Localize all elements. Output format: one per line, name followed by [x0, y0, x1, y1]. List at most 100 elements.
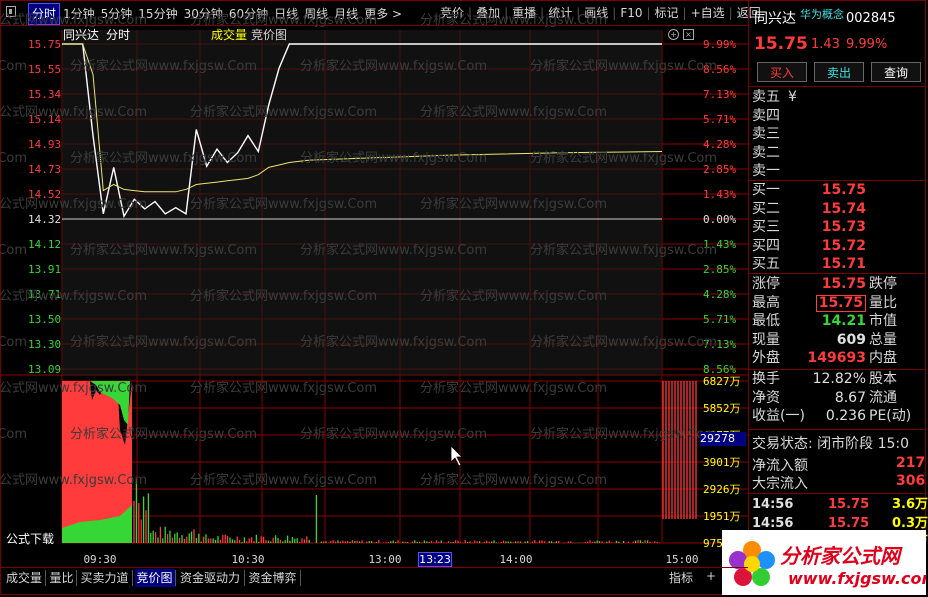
watermark-text: 分析家公式网www.fxjgsw.Com	[530, 242, 717, 258]
net-inflow-label: 净流入额	[752, 458, 808, 474]
stat-label-2: 内盘	[869, 350, 897, 366]
side-divider-1	[749, 86, 926, 87]
watermark-text: 分析家公式网www.fxjgsw.Com	[0, 104, 147, 120]
time-tick-label: 13:00	[368, 553, 401, 566]
price-tick-label: 14.12	[28, 238, 61, 251]
pct-tick-label: 5.71%	[703, 313, 736, 326]
ask-row[interactable]: 卖四	[752, 107, 924, 125]
watermark-text: 分析家公式网www.fxjgsw.Com	[530, 426, 717, 442]
indicator-tab[interactable]: 资金博弈	[247, 569, 299, 587]
watermark-text: 分析家公式网www.fxjgsw.Com	[70, 242, 257, 258]
ask-row[interactable]: 卖三	[752, 125, 924, 143]
watermark-text: 分析家公式网www.fxjgsw.Com	[300, 334, 487, 350]
stat-label: 现量	[752, 331, 780, 348]
watermark-text: 分析家公式网www.fxjgsw.Com	[0, 426, 27, 442]
watermark-text: 分析家公式网www.fxjgsw.Com	[0, 242, 27, 258]
stat-label-2: 市值	[869, 313, 897, 329]
tab-separator	[75, 570, 77, 586]
watermark-text: 分析家公式网www.fxjgsw.Com	[190, 288, 377, 304]
ask-row[interactable]: 卖五 ¥	[752, 88, 924, 106]
bid-label: 买五	[752, 256, 780, 272]
query-button[interactable]: 查询	[871, 62, 921, 82]
stat-value: 14.21	[821, 313, 866, 329]
watermark-text: 分析家公式网www.fxjgsw.Com	[530, 150, 717, 166]
indicator-tab[interactable]: 量比	[48, 569, 76, 587]
side-price: 15.75	[754, 34, 808, 54]
bid-row[interactable]: 买三 15.73	[752, 218, 924, 236]
stat-label-2: PE(动)	[869, 408, 912, 424]
block-inflow-label: 大宗流入	[752, 476, 808, 492]
bid-label: 买一	[752, 182, 780, 198]
volume-tick-label: 3901万	[703, 456, 741, 469]
bid-price: 15.74	[821, 200, 866, 217]
currency-icon: ¥	[788, 89, 797, 105]
indicator-tab[interactable]: 成交量	[4, 569, 44, 587]
price-tick-label: 14.93	[28, 138, 61, 151]
watermark-text: 分析家公式网www.fxjgsw.Com	[530, 58, 717, 74]
ask-row[interactable]: 卖二	[752, 144, 924, 162]
chart-close-icon[interactable]: ×	[683, 29, 694, 40]
bid-label: 买二	[752, 200, 780, 217]
side-pct: 9.99%	[846, 37, 888, 52]
watermark-text: 分析家公式网www.fxjgsw.Com	[420, 12, 607, 28]
buy-button[interactable]: 买入	[757, 62, 807, 82]
watermark-text: 分析家公式网www.fxjgsw.Com	[300, 58, 487, 74]
watermark-text: 分析家公式网www.fxjgsw.Com	[300, 426, 487, 442]
vol-cursor-value: 29278	[700, 432, 746, 446]
stat-value: 15.75	[815, 294, 866, 312]
pct-tick-label: 7.13%	[703, 88, 736, 101]
ask-label: 卖五	[752, 89, 780, 105]
stat-label-2: 量比	[869, 294, 897, 311]
add-indicator-icon[interactable]: +	[706, 569, 716, 583]
stat-label: 最高	[752, 294, 780, 311]
time-tick-label: 10:30	[231, 553, 264, 566]
price-tick-label: 13.09	[28, 363, 61, 376]
stat-label: 换手	[752, 371, 780, 387]
indicator-tab[interactable]: 竞价图	[134, 569, 175, 587]
net-inflow-value: 217	[896, 455, 926, 471]
watermark-text: 分析家公式网www.fxjgsw.Com	[190, 472, 377, 488]
stat-row: 外盘 149693 内盘	[752, 349, 924, 367]
volume-tick-label: 5852万	[703, 402, 741, 415]
stat-value: 0.236	[825, 408, 866, 424]
time-tick-label: 09:30	[83, 553, 116, 566]
watermark-text: 分析家公式网www.fxjgsw.Com	[70, 426, 257, 442]
bid-price: 15.75	[821, 182, 866, 198]
indicator-tab[interactable]: 买卖力道	[79, 569, 131, 587]
stat-label-2: 流通	[869, 389, 897, 406]
watermark-text: 分析家公式网www.fxjgsw.Com	[0, 380, 147, 396]
sell-button[interactable]: 卖出	[814, 62, 864, 82]
stat-row: 涨停 15.75 跌停	[752, 275, 924, 293]
watermark-text: 分析家公式网www.fxjgsw.Com	[0, 196, 147, 212]
ask-row[interactable]: 卖一	[752, 162, 924, 180]
bid-row[interactable]: 买四 15.72	[752, 237, 924, 255]
indicator-tab[interactable]: 资金驱动力	[178, 569, 242, 587]
bid-row[interactable]: 买二 15.74	[752, 200, 924, 218]
watermark-text: 分析家公式网www.fxjgsw.Com	[420, 196, 607, 212]
volume-tick-label: 6827万	[703, 375, 741, 388]
chart-stock-name: 同兴达	[63, 28, 100, 42]
watermark-text: 分析家公式网www.fxjgsw.Com	[0, 334, 27, 350]
formula-download-label[interactable]: 公式下载	[6, 530, 54, 547]
chart-zoom-icon[interactable]: +	[668, 29, 679, 40]
orderbook-divider	[749, 273, 926, 274]
price-tick-label: 15.75	[28, 38, 61, 51]
side-stock-name: 同兴达	[754, 11, 796, 27]
stat-row: 收益(一) 0.236 PE(动)	[752, 407, 924, 425]
bid-row[interactable]: 买一 15.75	[752, 181, 924, 199]
stat-value: 609	[836, 331, 866, 348]
bid-row[interactable]: 买五 15.71	[752, 255, 924, 273]
auction-label: 竞价图	[251, 28, 288, 42]
right-panel-divider	[748, 0, 749, 595]
ask-label: 卖一	[752, 163, 780, 179]
tab-separator	[299, 570, 301, 586]
stat-value: 8.67	[834, 389, 866, 406]
watermark-text: 分析家公式网www.fxjgsw.Com	[0, 288, 147, 304]
pct-tick-label: 1.43%	[703, 188, 736, 201]
bid-price: 15.72	[821, 237, 866, 254]
stat-label-2: 跌停	[869, 276, 897, 292]
indicator-button[interactable]: 指标	[667, 569, 695, 587]
price-tick-label: 15.55	[28, 63, 61, 76]
stat-row: 现量 609 总量	[752, 331, 924, 349]
intraday-chart[interactable]: 15.7515.5515.3415.1414.9314.7314.5214.32…	[0, 0, 748, 568]
